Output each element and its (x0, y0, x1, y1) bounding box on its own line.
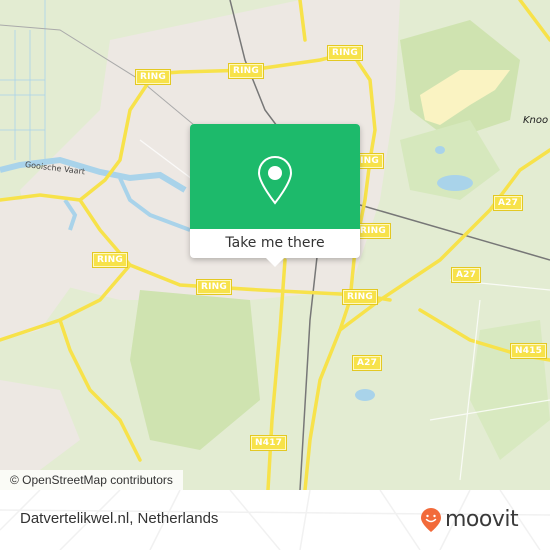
road-label: RING (328, 46, 362, 60)
road-label: A27 (452, 268, 481, 282)
place-name: Datvertelikwel.nl, Netherlands (20, 510, 219, 527)
road-label: RING (343, 290, 377, 304)
map-view[interactable]: RING RING RING RING RING RING RING RING … (0, 0, 550, 490)
road-label: RING (197, 280, 231, 294)
map-pin-icon (257, 155, 293, 205)
location-popup: Take me there (190, 124, 360, 267)
moovit-wordmark: moovit (445, 507, 519, 532)
road-label: A27 (494, 196, 523, 210)
road-label: RING (93, 253, 127, 267)
popup-tail (266, 258, 284, 267)
road-label: RING (136, 70, 170, 84)
town-label: Knoo (523, 115, 549, 126)
moovit-logo-icon (421, 508, 441, 532)
footer-bar: Datvertelikwel.nl, Netherlands moovit (0, 490, 550, 550)
road-label: A27 (353, 356, 382, 370)
road-label: N415 (511, 344, 547, 358)
map-attribution[interactable]: © OpenStreetMap contributors (0, 470, 183, 490)
moovit-brand[interactable]: moovit (420, 507, 519, 533)
road-label: RING (356, 224, 390, 238)
road-label: RING (229, 64, 263, 78)
road-label: N417 (251, 436, 287, 450)
take-me-there-button[interactable]: Take me there (190, 229, 360, 258)
popup-header (190, 124, 360, 229)
